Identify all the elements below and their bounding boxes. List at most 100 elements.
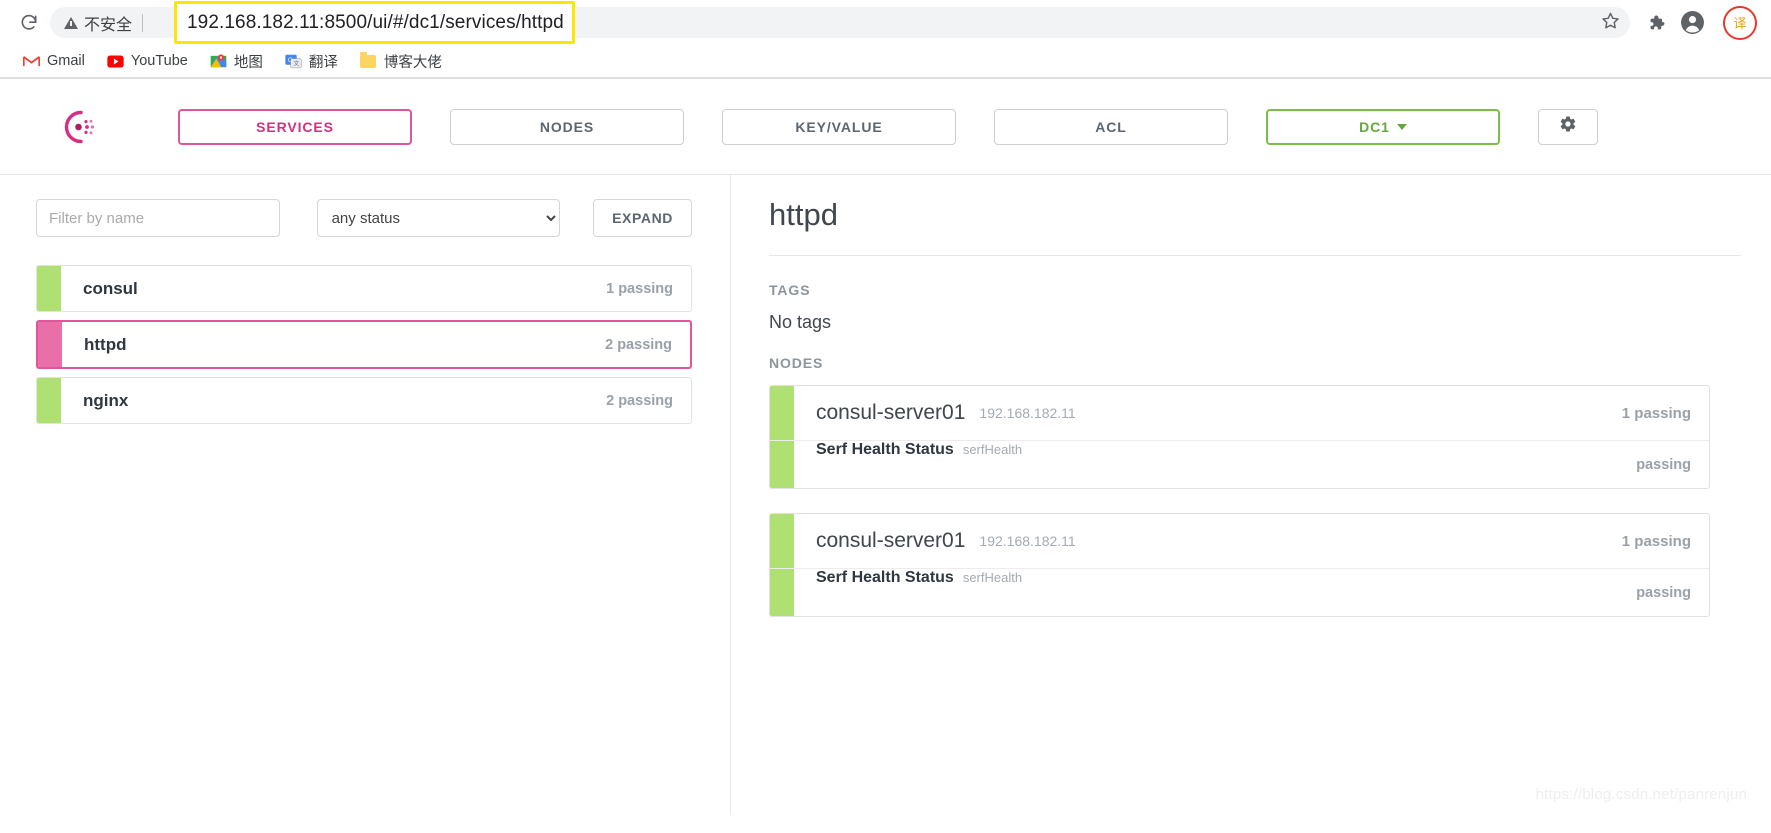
- profile-avatar-icon[interactable]: [1680, 10, 1705, 35]
- url-text[interactable]: 192.168.182.11:8500/ui/#/dc1/services/ht…: [187, 12, 564, 34]
- consul-navbar: SERVICES NODES KEY/VALUE ACL DC1: [0, 79, 1771, 175]
- node-name: consul-server01: [816, 401, 966, 424]
- health-status-bar: [37, 266, 61, 311]
- node-health-count: 1 passing: [1621, 404, 1691, 422]
- consul-app: SERVICES NODES KEY/VALUE ACL DC1 Filter …: [0, 79, 1771, 815]
- node-identity: consul-server01 192.168.182.11: [794, 514, 1622, 568]
- translate-extension-icon[interactable]: 译: [1723, 5, 1757, 40]
- node-header[interactable]: consul-server01 192.168.182.11 1 passing: [770, 386, 1709, 441]
- health-status-bar: [37, 378, 61, 423]
- tab-label: NODES: [539, 118, 595, 135]
- page-title: httpd: [769, 197, 838, 232]
- bookmark-label: Gmail: [47, 53, 85, 69]
- warning-triangle-icon: [64, 16, 78, 29]
- browser-toolbar: 不安全 192.168.182.11:8500/ui/#/dc1/service…: [0, 0, 1771, 45]
- bookmark-translate[interactable]: G 文 翻译: [276, 47, 347, 76]
- extension-badge-label: 译: [1733, 16, 1747, 31]
- bookmark-gmail[interactable]: Gmail: [14, 49, 94, 74]
- expand-button[interactable]: EXPAND: [593, 199, 692, 237]
- service-name: httpd: [84, 334, 127, 354]
- health-check-status: passing: [1636, 456, 1691, 473]
- folder-icon: [360, 51, 377, 70]
- services-sidebar: any status passing warning critical EXPA…: [0, 175, 731, 815]
- url-highlight-box: 192.168.182.11:8500/ui/#/dc1/services/ht…: [174, 1, 575, 44]
- health-check-id: serfHealth: [962, 570, 1023, 585]
- omnibox-divider: [142, 13, 144, 32]
- puzzle-icon[interactable]: [1646, 13, 1666, 33]
- health-status-bar: [770, 569, 794, 616]
- health-check-row[interactable]: Serf Health Status serfHealth passing: [770, 441, 1709, 488]
- bookmark-folder-blog[interactable]: 博客大佬: [351, 47, 451, 76]
- health-check-name: Serf Health Status: [816, 441, 954, 458]
- health-status-bar: [770, 441, 794, 488]
- health-check-name: Serf Health Status: [816, 569, 954, 586]
- health-status-bar: [770, 514, 794, 568]
- service-health-count: 2 passing: [606, 392, 673, 409]
- node-name: consul-server01: [816, 529, 966, 552]
- google-translate-icon: G 文: [285, 53, 302, 70]
- bookmark-label: 地图: [233, 54, 263, 71]
- service-list-item-nginx[interactable]: nginx 2 passing: [36, 377, 692, 424]
- health-check-identity: Serf Health Status serfHealth: [794, 441, 1636, 488]
- node-ip-address: 192.168.182.11: [979, 533, 1076, 549]
- youtube-icon: [107, 53, 124, 70]
- settings-button[interactable]: [1538, 108, 1598, 145]
- node-card: consul-server01 192.168.182.11 1 passing…: [769, 513, 1710, 617]
- node-header[interactable]: consul-server01 192.168.182.11 1 passing: [770, 514, 1709, 569]
- bookmark-label: 翻译: [308, 54, 338, 71]
- node-ip-address: 192.168.182.11: [979, 405, 1076, 421]
- google-maps-icon: [210, 53, 227, 70]
- bookmark-label: 博客大佬: [383, 54, 442, 71]
- status-filter-select[interactable]: any status passing warning critical: [316, 199, 561, 237]
- health-check-id: serfHealth: [962, 442, 1023, 457]
- tab-keyvalue[interactable]: KEY/VALUE: [722, 108, 956, 145]
- datacenter-selector[interactable]: DC1: [1266, 108, 1500, 145]
- node-card: consul-server01 192.168.182.11 1 passing…: [769, 385, 1710, 489]
- tab-acl[interactable]: ACL: [994, 108, 1228, 145]
- health-status-bar: [770, 386, 794, 440]
- health-check-row[interactable]: Serf Health Status serfHealth passing: [770, 569, 1709, 616]
- bookmarks-bar: Gmail YouTube 地图 G 文 翻译 博客大佬: [0, 45, 1771, 78]
- gmail-icon: [23, 53, 40, 70]
- service-list-item-consul[interactable]: consul 1 passing: [36, 265, 692, 312]
- main-content: any status passing warning critical EXPA…: [0, 175, 1771, 815]
- tags-value: No tags: [769, 312, 832, 332]
- service-detail-panel: httpd TAGS No tags NODES consul-server01…: [731, 175, 1771, 815]
- security-indicator[interactable]: 不安全: [64, 11, 132, 35]
- watermark-text: https://blog.csdn.net/panrenjun: [1535, 786, 1747, 803]
- bookmark-star-icon[interactable]: [1601, 11, 1620, 35]
- tags-section-label: TAGS: [769, 282, 811, 298]
- service-name: consul: [83, 278, 138, 298]
- gear-icon: [1559, 115, 1577, 138]
- consul-logo-icon[interactable]: [60, 107, 100, 147]
- service-list: consul 1 passing httpd 2 passing nginx 2…: [36, 265, 692, 424]
- node-health-count: 1 passing: [1621, 532, 1691, 550]
- tab-services[interactable]: SERVICES: [178, 108, 412, 145]
- health-check-status: passing: [1636, 584, 1691, 601]
- search-input[interactable]: [36, 199, 280, 237]
- browser-chrome: 不安全 192.168.182.11:8500/ui/#/dc1/service…: [0, 0, 1771, 79]
- service-health-count: 2 passing: [605, 336, 672, 353]
- service-list-item-httpd[interactable]: httpd 2 passing: [36, 320, 692, 369]
- health-status-bar: [38, 322, 62, 367]
- tab-label: KEY/VALUE: [795, 118, 883, 135]
- address-bar[interactable]: 不安全 192.168.182.11:8500/ui/#/dc1/service…: [50, 1, 1630, 44]
- chevron-down-icon: [1396, 123, 1407, 130]
- bookmark-label: YouTube: [130, 53, 188, 69]
- bookmark-maps[interactable]: 地图: [201, 47, 272, 76]
- tab-nodes[interactable]: NODES: [450, 108, 684, 145]
- omnibox-right-icons: [1601, 11, 1620, 35]
- health-check-identity: Serf Health Status serfHealth: [794, 569, 1636, 616]
- node-identity: consul-server01 192.168.182.11: [794, 386, 1622, 440]
- filter-controls: any status passing warning critical EXPA…: [36, 199, 692, 237]
- nodes-section-label: NODES: [769, 355, 824, 371]
- title-divider: [769, 255, 1741, 256]
- service-health-count: 1 passing: [606, 280, 673, 297]
- service-name: nginx: [83, 390, 129, 410]
- tab-label: ACL: [1095, 118, 1127, 135]
- tab-label: SERVICES: [256, 118, 334, 135]
- browser-action-icons: 译: [1646, 5, 1757, 40]
- bookmark-youtube[interactable]: YouTube: [98, 49, 197, 74]
- reload-icon[interactable]: [14, 8, 44, 38]
- datacenter-label: DC1: [1359, 118, 1390, 135]
